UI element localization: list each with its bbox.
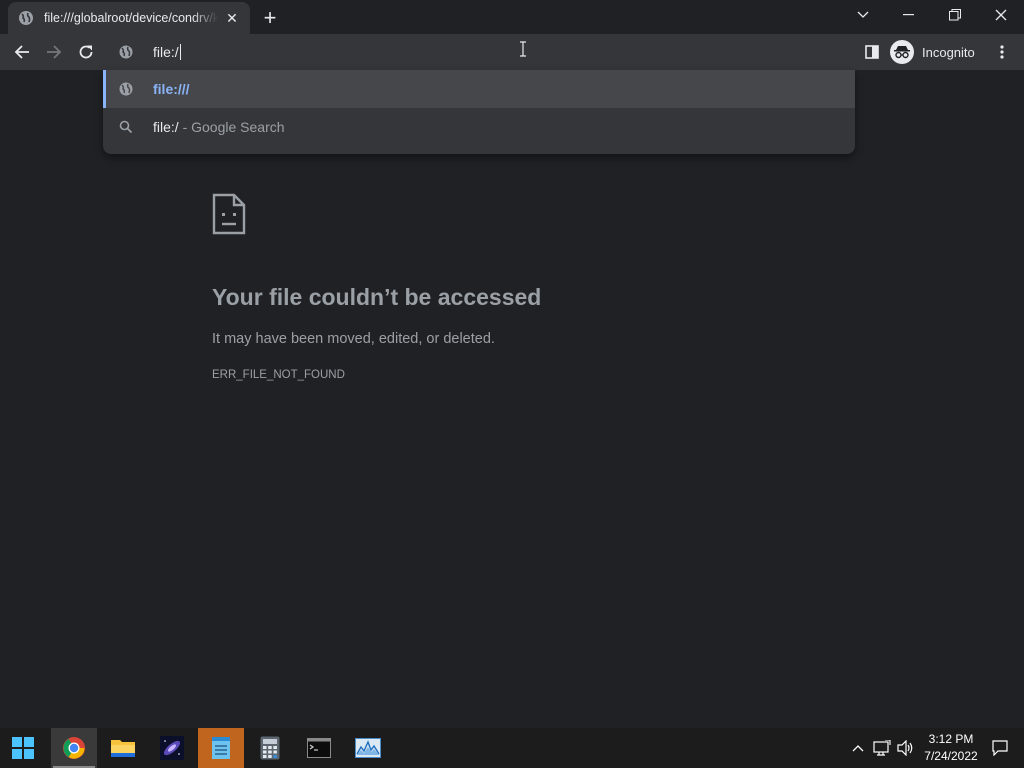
tab-title: file:///globalroot/device/condrv/kernelc…	[44, 11, 218, 25]
reload-icon	[79, 45, 93, 59]
error-title: Your file couldn’t be accessed	[212, 284, 542, 310]
incognito-icon	[890, 40, 914, 64]
forward-button[interactable]	[40, 38, 68, 66]
notification-icon	[992, 740, 1008, 756]
taskbar-calculator[interactable]	[247, 728, 293, 768]
terminal-icon	[307, 738, 331, 758]
performance-monitor-icon	[355, 738, 381, 758]
suggestion-item[interactable]: file:/ - Google Search	[103, 108, 855, 146]
tab-search-icon[interactable]	[840, 0, 886, 30]
close-window-button[interactable]	[978, 0, 1024, 30]
forward-arrow-icon	[47, 45, 62, 59]
galaxy-app-icon	[160, 736, 184, 760]
taskbar-file-explorer[interactable]	[100, 728, 146, 768]
address-input[interactable]: file:/	[153, 44, 181, 60]
notifications-button[interactable]	[990, 738, 1010, 758]
error-description: It may have been moved, edited, or delet…	[212, 331, 495, 347]
taskbar	[0, 728, 1024, 768]
network-icon	[873, 740, 891, 756]
show-hidden-icons-button[interactable]	[848, 738, 868, 758]
calculator-icon	[260, 736, 280, 760]
volume-button[interactable]	[896, 738, 916, 758]
back-button[interactable]	[8, 38, 36, 66]
file-explorer-icon	[111, 740, 135, 757]
taskbar-clock[interactable]: 3:12 PM 7/24/2022	[914, 731, 988, 765]
clock-date: 7/24/2022	[924, 749, 978, 763]
globe-icon	[119, 45, 133, 59]
minimize-button[interactable]	[886, 0, 932, 30]
text-caret	[179, 44, 181, 60]
side-panel-icon	[865, 45, 879, 59]
new-tab-button[interactable]: +	[258, 6, 282, 30]
more-vert-icon	[1000, 45, 1004, 59]
taskbar-galaxy-app[interactable]	[149, 728, 195, 768]
taskbar-notepad[interactable]	[198, 728, 244, 768]
globe-icon	[119, 82, 133, 96]
ibeam-cursor-icon	[520, 41, 526, 57]
suggestion-text: file:/ - Google Search	[153, 119, 285, 135]
incognito-indicator[interactable]: Incognito	[890, 40, 975, 64]
suggestion-text: file:///	[153, 81, 190, 97]
search-icon	[119, 120, 133, 134]
error-code: ERR_FILE_NOT_FOUND	[212, 369, 345, 381]
omnibox-suggestions: file:/// file:/ - Google Search	[103, 70, 855, 154]
notepad-icon	[212, 737, 230, 759]
tab-strip: file:///globalroot/device/condrv/kernelc…	[0, 0, 1024, 34]
selection-indicator	[103, 70, 106, 108]
restore-button[interactable]	[932, 0, 978, 30]
tab-close-icon[interactable]: ✕	[224, 10, 240, 26]
taskbar-chrome[interactable]	[51, 728, 97, 768]
suggestion-item[interactable]: file:///	[103, 70, 855, 108]
reload-button[interactable]	[72, 38, 100, 66]
menu-button[interactable]	[992, 40, 1012, 64]
tab-active[interactable]: file:///globalroot/device/condrv/kernelc…	[8, 2, 250, 34]
network-button[interactable]	[872, 738, 892, 758]
address-bar[interactable]: file:/	[103, 34, 855, 70]
address-value: file:/	[153, 44, 179, 60]
globe-icon	[19, 11, 33, 25]
incognito-label: Incognito	[922, 44, 975, 60]
taskbar-terminal[interactable]	[296, 728, 342, 768]
sad-file-icon	[212, 193, 246, 235]
back-arrow-icon	[14, 45, 29, 59]
chrome-icon	[63, 737, 85, 759]
start-icon	[12, 737, 34, 759]
chevron-up-icon	[852, 745, 864, 752]
taskbar-performance-monitor[interactable]	[345, 728, 391, 768]
clock-time: 3:12 PM	[928, 732, 974, 746]
speaker-icon	[897, 740, 913, 756]
side-panel-button[interactable]	[860, 40, 884, 64]
start-button[interactable]	[0, 728, 46, 768]
